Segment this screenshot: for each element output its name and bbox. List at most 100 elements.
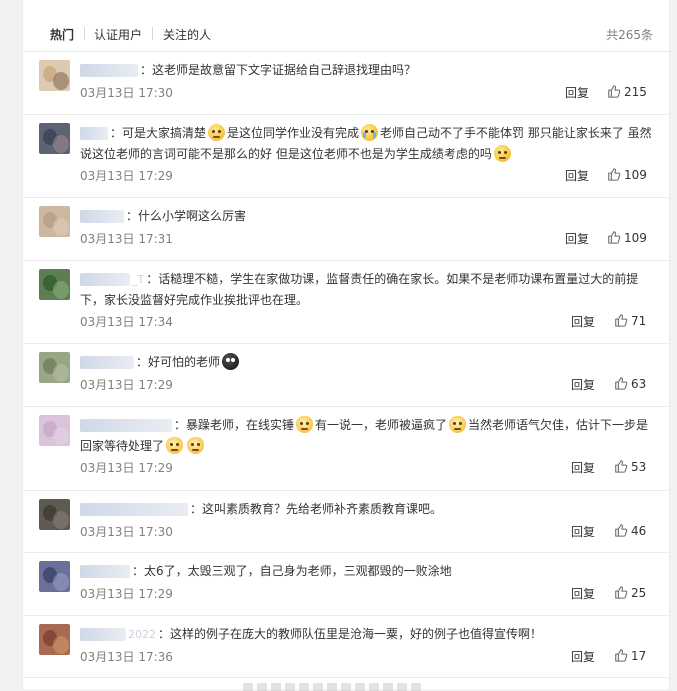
like-button[interactable]: 63 <box>614 376 646 391</box>
comment-body: ：话糙理不糙，学生在家做功课，监督责任的确在家长。如果不是老师功课布置量过大的前… <box>80 271 639 307</box>
reply-button[interactable]: 回复 <box>571 459 595 476</box>
comment-text: 2022 ：这样的例子在庞大的教师队伍里是沧海一粟，好的例子也值得宣传啊！ <box>80 624 658 645</box>
like-button[interactable]: 71 <box>614 313 646 328</box>
comment-text: ：这叫素质教育？先给老师补齐素质教育课吧。 <box>80 499 658 520</box>
comment-text: ：暴躁老师，在线实锤 有一说一，老师被逼疯了 当然老师语气欠佳，估计下一步是回家等待… <box>80 415 658 457</box>
like-button[interactable]: 109 <box>607 230 647 245</box>
avatar[interactable] <box>39 206 70 238</box>
avatar[interactable] <box>39 268 70 300</box>
comment-text: ：什么小学啊这么厉害 <box>80 206 658 227</box>
comment-text: ：可是大家搞清楚 是这位同学作业没有完成 老师自己动不了手不能体罚 那只能让家长来了… <box>80 123 658 165</box>
comment-item: ：太6了，太毁三观了，自己身为老师，三观都毁的一败涂地 03月13日 17:29… <box>23 553 671 616</box>
username-link[interactable] <box>80 502 188 516</box>
like-count: 109 <box>624 167 647 182</box>
avatar[interactable] <box>39 60 70 91</box>
like-button[interactable]: 53 <box>614 459 646 474</box>
comment-meta: 03月13日 17:29 回复 63 <box>80 376 658 394</box>
reply-button[interactable]: 回复 <box>571 523 595 540</box>
avatar[interactable] <box>39 122 70 154</box>
comment-item: ：好可怕的老师 03月13日 17:29 回复 63 <box>23 344 671 407</box>
comment-time: 03月13日 17:29 <box>80 168 173 183</box>
cat-emoji-icon <box>187 436 205 454</box>
cat-emoji-icon <box>166 436 184 454</box>
username-link[interactable] <box>80 272 130 286</box>
reply-button[interactable]: 回复 <box>571 648 595 665</box>
like-button[interactable]: 17 <box>614 648 646 663</box>
comment-item: ：什么小学啊这么厉害 03月13日 17:31 回复 109 <box>23 198 671 261</box>
tab-hot[interactable]: 热门 <box>50 26 74 43</box>
comment-body: ：好可怕的老师 <box>136 355 221 370</box>
cat-emoji-icon <box>449 415 467 433</box>
comment-list: ：这老师是故意留下文字证据给自己辞退找理由吗？ 03月13日 17:30 回复 … <box>23 52 671 679</box>
load-more-hint <box>243 683 423 691</box>
comment-count: 共265条 <box>606 28 653 42</box>
comment-text: ：好可怕的老师 <box>80 352 658 373</box>
reply-button[interactable]: 回复 <box>571 376 595 393</box>
comment-meta: 03月13日 17:29 回复 53 <box>80 459 658 477</box>
avatar[interactable] <box>39 623 70 655</box>
avatar[interactable] <box>39 498 70 530</box>
username-link[interactable] <box>80 356 134 370</box>
avatar[interactable] <box>39 414 70 446</box>
comment-body: ：这叫素质教育？先给老师补齐素质教育课吧。 <box>190 501 443 516</box>
username-link[interactable] <box>80 64 138 77</box>
reply-button[interactable]: 回复 <box>565 167 589 184</box>
comment-time: 03月13日 17:29 <box>80 378 173 393</box>
like-count: 215 <box>624 85 647 99</box>
username-link[interactable] <box>80 627 126 641</box>
thumbs-up-icon <box>615 523 628 537</box>
avatar[interactable] <box>39 352 70 384</box>
frown-emoji-icon <box>208 123 226 141</box>
comment-text: ：太6了，太毁三观了，自己身为老师，三观都毁的一败涂地 <box>80 561 658 582</box>
tab-divider <box>84 27 85 40</box>
comment-meta: 03月13日 17:31 回复 109 <box>80 230 658 248</box>
tab-following[interactable]: 关注的人 <box>163 26 211 43</box>
like-count: 53 <box>631 459 647 474</box>
reply-button[interactable]: 回复 <box>571 313 595 330</box>
thumbs-up-icon <box>615 377 628 391</box>
reply-button[interactable]: 回复 <box>571 585 595 602</box>
username-suffix[interactable]: _T <box>132 273 144 286</box>
tab-divider <box>152 27 153 40</box>
like-button[interactable]: 46 <box>614 523 646 538</box>
like-button[interactable]: 109 <box>607 167 647 182</box>
username-link[interactable] <box>80 565 130 579</box>
thumbs-up-icon <box>608 231 621 244</box>
comment-item: _T ：话糙理不糙，学生在家做功课，监督责任的确在家长。如果不是老师功课布置量过大… <box>23 261 671 345</box>
thumbs-up-icon <box>615 314 628 327</box>
thumbs-up-icon <box>608 167 621 181</box>
comment-item: 2022 ：这样的例子在庞大的教师队伍里是沧海一粟，好的例子也值得宣传啊！ 03月… <box>23 616 671 679</box>
username-link[interactable] <box>80 126 108 140</box>
reply-button[interactable]: 回复 <box>565 230 589 247</box>
comment-time: 03月13日 17:30 <box>80 524 173 539</box>
like-count: 71 <box>631 313 647 328</box>
tab-verified-users[interactable]: 认证用户 <box>94 26 142 43</box>
like-count: 63 <box>631 377 647 392</box>
reply-button[interactable]: 回复 <box>565 84 589 101</box>
comment-tabs: 热门 认证用户 关注的人 共265条 <box>23 14 671 52</box>
comment-body: ：这老师是故意留下文字证据给自己辞退找理由吗？ <box>140 63 417 77</box>
comment-meta: 03月13日 17:29 回复 25 <box>80 585 658 603</box>
comment-text: _T ：话糙理不糙，学生在家做功课，监督责任的确在家长。如果不是老师功课布置量过大… <box>80 269 658 311</box>
comment-time: 03月13日 17:30 <box>80 86 173 100</box>
frown-emoji-icon <box>493 144 511 162</box>
comments-panel: 热门 认证用户 关注的人 共265条 ：这老师是故意留下文字证据给自己辞退找理由… <box>22 0 671 691</box>
comment-item: ：可是大家搞清楚 是这位同学作业没有完成 老师自己动不了手不能体罚 那只能让家长来了… <box>23 115 671 199</box>
comment-time: 03月13日 17:34 <box>80 314 173 329</box>
username-suffix[interactable]: 2022 <box>128 628 156 641</box>
comment-meta: 03月13日 17:36 回复 17 <box>80 648 658 666</box>
comment-body: ：什么小学啊这么厉害 <box>126 209 247 224</box>
like-button[interactable]: 25 <box>614 585 646 600</box>
avatar[interactable] <box>39 561 70 593</box>
like-count: 25 <box>631 586 647 601</box>
comment-meta: 03月13日 17:30 回复 215 <box>80 84 658 102</box>
username-link[interactable] <box>80 418 172 432</box>
like-button[interactable]: 215 <box>607 84 647 99</box>
like-count: 46 <box>631 523 647 538</box>
comment-meta: 03月13日 17:30 回复 46 <box>80 523 658 541</box>
thumbs-up-icon <box>615 460 628 473</box>
username-link[interactable] <box>80 210 124 224</box>
thumbs-up-icon <box>615 586 628 599</box>
comment-time: 03月13日 17:29 <box>80 587 173 602</box>
like-count: 109 <box>624 231 647 246</box>
